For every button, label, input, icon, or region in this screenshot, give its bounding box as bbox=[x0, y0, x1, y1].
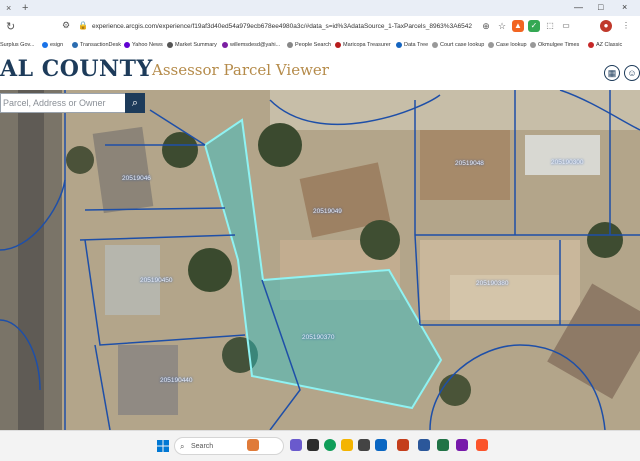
app-title: Assessor Parcel Viewer bbox=[152, 61, 329, 79]
new-tab-button[interactable]: + bbox=[22, 2, 28, 14]
bookmark-item[interactable]: Data Tree bbox=[396, 40, 428, 50]
bookmark-star-icon[interactable]: ☆ bbox=[496, 20, 508, 32]
mail-icon[interactable] bbox=[375, 439, 387, 451]
parcel-map[interactable]: 20519046 20519049 205190300 205190380 20… bbox=[0, 90, 640, 430]
bookmark-item[interactable]: Case lookup bbox=[488, 40, 527, 50]
bookmark-item[interactable]: esign bbox=[42, 40, 63, 50]
bookmark-item[interactable]: People Search bbox=[287, 40, 331, 50]
onenote-icon[interactable] bbox=[456, 439, 468, 451]
menu-icon[interactable]: ⋮ bbox=[620, 20, 632, 32]
file-explorer-icon[interactable] bbox=[341, 439, 353, 451]
brave-extension-icon[interactable]: ▲ bbox=[512, 20, 524, 32]
bookmark-item[interactable]: Yahoo News bbox=[124, 40, 163, 50]
extensions-icon[interactable]: ⬚ bbox=[544, 20, 556, 32]
powerpoint-icon[interactable] bbox=[397, 439, 409, 451]
windows-start-icon[interactable] bbox=[157, 440, 169, 452]
maximize-button[interactable]: □ bbox=[598, 2, 603, 12]
close-window-button[interactable]: × bbox=[622, 2, 627, 12]
bookmarks-bar: Surplus Gov... esign TransactionDesk Yah… bbox=[0, 38, 640, 53]
excel-icon[interactable] bbox=[437, 439, 449, 451]
parcel-label: 205190300 bbox=[551, 159, 584, 166]
minimize-button[interactable]: — bbox=[574, 2, 583, 12]
address-bar: ↻ ⚙ 🔒 experience.arcgis.com/experience/f… bbox=[0, 16, 640, 39]
basemap-gallery-icon[interactable]: ▦ bbox=[604, 65, 620, 81]
search-icon: ⌕ bbox=[180, 442, 185, 451]
aerial-map-canvas[interactable] bbox=[0, 90, 640, 430]
profile-avatar[interactable]: ● bbox=[600, 20, 612, 32]
store-icon[interactable] bbox=[358, 439, 370, 451]
browser-tab-strip: × + — □ × bbox=[0, 0, 640, 16]
parcel-label: 20519046 bbox=[122, 175, 151, 182]
user-icon[interactable]: ☺ bbox=[624, 65, 640, 81]
sidebar-icon[interactable]: ▭ bbox=[560, 20, 572, 32]
task-view-icon[interactable] bbox=[307, 439, 319, 451]
close-tab-icon[interactable]: × bbox=[6, 3, 11, 13]
parcel-search-input[interactable] bbox=[1, 94, 129, 112]
county-name: AL COUNTY bbox=[0, 56, 153, 82]
parcel-label: 20519048 bbox=[455, 160, 484, 167]
widgets-icon[interactable] bbox=[247, 439, 259, 451]
taskbar-search[interactable]: ⌕ Search bbox=[174, 437, 284, 455]
url-field[interactable]: experience.arcgis.com/experience/f19af3d… bbox=[92, 20, 472, 34]
edge-icon[interactable] bbox=[324, 439, 336, 451]
bookmark-item[interactable]: TransactionDesk bbox=[72, 40, 121, 50]
parcel-label: 205190440 bbox=[160, 377, 193, 384]
taskbar-search-label: Search bbox=[191, 443, 214, 450]
parcel-label: 205190370 bbox=[302, 334, 335, 341]
zoom-icon[interactable]: ⊕ bbox=[480, 20, 492, 32]
green-extension-icon[interactable]: ✓ bbox=[528, 20, 540, 32]
bookmark-item[interactable]: Maricopa Treasurer bbox=[335, 40, 391, 50]
lock-icon[interactable]: 🔒 bbox=[78, 21, 88, 30]
brave-icon[interactable] bbox=[476, 439, 488, 451]
bookmark-item[interactable]: Court case lookup bbox=[432, 40, 484, 50]
bookmark-item[interactable]: Okmulgee Times bbox=[530, 40, 579, 50]
bookmark-item[interactable]: willemsdesd@yahi... bbox=[222, 40, 280, 50]
rooftop bbox=[525, 135, 600, 175]
parcel-label: 205190380 bbox=[476, 280, 509, 287]
bookmark-item[interactable]: Market Summary bbox=[167, 40, 217, 50]
copilot-icon[interactable] bbox=[290, 439, 302, 451]
search-button[interactable]: ⌕ bbox=[125, 93, 145, 113]
bookmark-item[interactable]: AZ Classic bbox=[588, 40, 622, 50]
word-icon[interactable] bbox=[418, 439, 430, 451]
parcel-label: 20519049 bbox=[313, 208, 342, 215]
bookmark-item[interactable]: Surplus Gov... bbox=[0, 40, 34, 50]
parcel-label: 205190450 bbox=[140, 277, 173, 284]
site-info-icon[interactable]: ⚙ bbox=[62, 20, 70, 31]
search-icon: ⌕ bbox=[131, 97, 139, 109]
taskbar: ⌕ Search bbox=[0, 430, 640, 461]
parcel-search-box bbox=[0, 93, 129, 113]
app-header: AL COUNTY Assessor Parcel Viewer ▦ ☺ bbox=[0, 52, 640, 91]
reload-icon[interactable]: ↻ bbox=[6, 20, 15, 33]
